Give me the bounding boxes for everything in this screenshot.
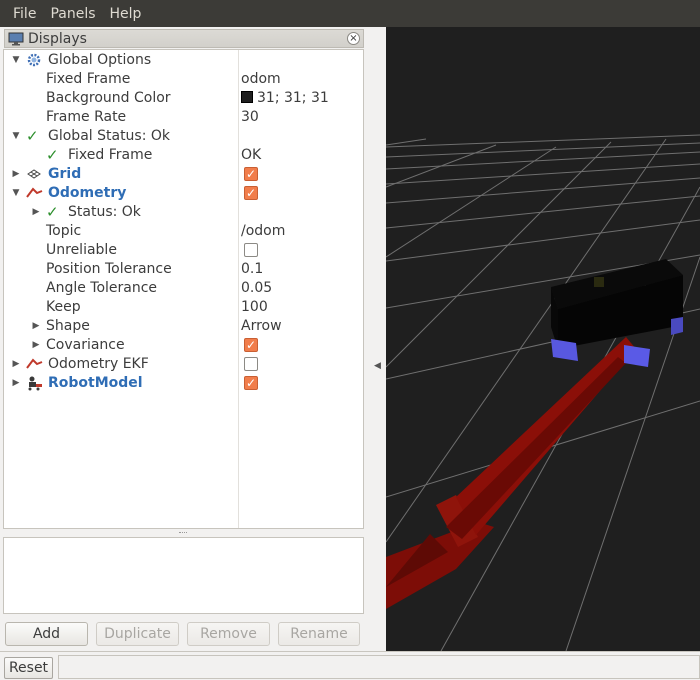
tree-value[interactable]: 0.1: [241, 260, 263, 279]
splitter-grip[interactable]: [179, 532, 187, 534]
odometry-ekf-checkbox[interactable]: [244, 357, 258, 371]
expand-right-icon[interactable]: ▶: [31, 317, 41, 336]
check-icon: ✓: [46, 146, 59, 164]
tree-row-status-fixed-frame[interactable]: ✓ Fixed Frame OK: [4, 146, 363, 165]
odometry-enabled-checkbox[interactable]: [244, 184, 258, 203]
tree-value[interactable]: Arrow: [241, 317, 282, 336]
duplicate-button[interactable]: Duplicate: [96, 622, 179, 646]
monitor-icon: [8, 32, 24, 46]
3d-render-view[interactable]: [386, 27, 700, 651]
expand-down-icon[interactable]: ▼: [11, 127, 21, 146]
bottom-bar: Reset: [0, 651, 700, 680]
tree-label: Global Options: [48, 52, 152, 68]
close-icon[interactable]: ×: [347, 32, 360, 45]
grid-icon: [26, 166, 42, 182]
tree-row-frame-rate[interactable]: Frame Rate 30: [4, 108, 363, 127]
display-tree[interactable]: ▼ Global Options Fixed Frame odom Backgr…: [3, 49, 364, 529]
tree-row-odometry[interactable]: ▼ Odometry: [4, 184, 363, 203]
check-icon: ✓: [46, 203, 59, 221]
tree-row-position-tolerance[interactable]: Position Tolerance 0.1: [4, 260, 363, 279]
check-icon: ✓: [26, 127, 39, 145]
tree-label: Shape: [46, 318, 90, 334]
tree-label: Fixed Frame: [46, 71, 131, 87]
rename-button[interactable]: Rename: [278, 622, 360, 646]
tree-value[interactable]: odom: [241, 70, 281, 89]
panel-title: Displays: [28, 30, 87, 47]
tree-row-odometry-ekf[interactable]: ▶ Odometry EKF: [4, 355, 363, 374]
tree-row-background-color[interactable]: Background Color 31; 31; 31: [4, 89, 363, 108]
tree-value[interactable]: 100: [241, 298, 268, 317]
tree-label: Angle Tolerance: [46, 280, 158, 296]
menu-help[interactable]: Help: [103, 0, 149, 27]
tree-row-grid[interactable]: ▶ Grid: [4, 165, 363, 184]
grid-enabled-checkbox[interactable]: [244, 165, 258, 184]
panel-titlebar[interactable]: Displays ×: [4, 29, 364, 48]
tree-value[interactable]: 31; 31; 31: [241, 89, 329, 108]
tree-label-link[interactable]: Grid: [48, 165, 81, 184]
collapse-panel-icon[interactable]: ◀: [374, 361, 381, 371]
gear-icon: [26, 52, 42, 68]
odometry-icon: [26, 185, 43, 201]
status-field: [58, 655, 700, 679]
tree-value: OK: [241, 147, 262, 163]
tree-row-topic[interactable]: Topic /odom: [4, 222, 363, 241]
tree-row-global-status[interactable]: ▼ ✓ Global Status: Ok: [4, 127, 363, 146]
expand-right-icon[interactable]: ▶: [11, 374, 21, 393]
tree-label: Position Tolerance: [46, 261, 172, 277]
robot-model-checkbox[interactable]: [244, 374, 258, 393]
tree-label: Background Color: [46, 90, 171, 106]
property-description: [3, 537, 364, 614]
expand-right-icon[interactable]: ▶: [11, 165, 21, 184]
tree-row-odometry-status[interactable]: ▶ ✓ Status: Ok: [4, 203, 363, 222]
tree-label: Status: Ok: [68, 204, 141, 220]
3d-scene: [386, 134, 700, 651]
menu-bar: File Panels Help: [0, 0, 700, 27]
tree-label: Topic: [46, 223, 82, 239]
color-value-text: 31; 31; 31: [257, 90, 329, 106]
expand-right-icon[interactable]: ▶: [31, 203, 41, 222]
odometry-arrow: [386, 337, 636, 609]
tree-value[interactable]: /odom: [241, 222, 285, 241]
tree-row-unreliable[interactable]: Unreliable: [4, 241, 363, 260]
tree-label: Covariance: [46, 337, 125, 353]
menu-panels[interactable]: Panels: [43, 0, 102, 27]
reset-button[interactable]: Reset: [4, 657, 53, 679]
tree-label-link[interactable]: RobotModel: [48, 374, 143, 393]
tree-row-robot-model[interactable]: ▶ RobotModel: [4, 374, 363, 393]
color-swatch[interactable]: [241, 91, 253, 103]
odometry-icon: [26, 356, 43, 372]
tree-row-fixed-frame[interactable]: Fixed Frame odom: [4, 70, 363, 89]
remove-button[interactable]: Remove: [187, 622, 270, 646]
expand-down-icon[interactable]: ▼: [11, 51, 21, 70]
panel-splitter[interactable]: [3, 530, 364, 536]
robot-icon: [26, 375, 42, 391]
tree-label-link[interactable]: Odometry: [48, 184, 126, 203]
tree-row-covariance[interactable]: ▶ Covariance: [4, 336, 363, 355]
tree-row-shape[interactable]: ▶ Shape Arrow: [4, 317, 363, 336]
tree-value[interactable]: 30: [241, 108, 259, 127]
expand-right-icon[interactable]: ▶: [31, 336, 41, 355]
add-button[interactable]: Add: [5, 622, 88, 646]
tree-label: Unreliable: [46, 242, 117, 258]
tree-label: Fixed Frame: [68, 147, 153, 163]
tree-label: Keep: [46, 299, 81, 315]
tree-label[interactable]: Odometry EKF: [48, 355, 149, 374]
displays-panel: Displays × ▼ Global Options Fixed Frame …: [0, 27, 386, 651]
tree-label: Frame Rate: [46, 109, 127, 125]
unreliable-checkbox[interactable]: [244, 243, 258, 257]
tree-row-keep[interactable]: Keep 100: [4, 298, 363, 317]
expand-down-icon[interactable]: ▼: [11, 184, 21, 203]
tree-row-angle-tolerance[interactable]: Angle Tolerance 0.05: [4, 279, 363, 298]
menu-file[interactable]: File: [6, 0, 43, 27]
tree-value[interactable]: 0.05: [241, 279, 272, 298]
expand-right-icon[interactable]: ▶: [11, 355, 21, 374]
tree-row-global-options[interactable]: ▼ Global Options: [4, 51, 363, 70]
tree-label: Global Status: Ok: [48, 128, 171, 144]
covariance-checkbox[interactable]: [244, 336, 258, 355]
